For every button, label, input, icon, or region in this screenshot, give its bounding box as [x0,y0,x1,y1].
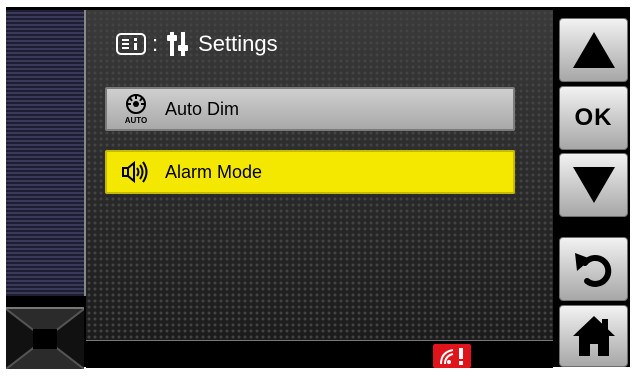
menu-item-auto-dim[interactable]: AUTO Auto Dim [105,87,515,131]
left-striped-panel [6,10,86,296]
home-icon [572,316,615,356]
menu-item-alarm-mode[interactable]: Alarm Mode [105,150,515,194]
info-icon [116,33,146,55]
corner-cross-box [6,307,84,369]
up-arrow-icon [572,32,615,68]
menu-item-label: Auto Dim [165,98,240,119]
page-title: Settings [198,31,278,56]
back-button[interactable] [559,237,628,301]
corner-cross-icon [6,309,84,369]
up-button[interactable] [559,18,628,82]
back-icon [574,253,611,287]
ok-button-label: OK [574,104,613,131]
down-arrow-icon [572,167,615,203]
home-button[interactable] [559,305,628,367]
header-separator: : [152,31,159,56]
settings-tools-icon [166,30,190,58]
speaker-icon [119,155,153,189]
ok-button[interactable]: OK [559,86,628,150]
status-bar [86,340,553,368]
menu-item-label: Alarm Mode [165,161,263,182]
alarm-alert-icon [433,344,471,368]
screen-header: : Settings [116,28,278,60]
auto-dim-icon: AUTO [119,92,153,126]
auto-dim-icon-caption: AUTO [125,116,148,125]
down-button[interactable] [559,153,628,217]
